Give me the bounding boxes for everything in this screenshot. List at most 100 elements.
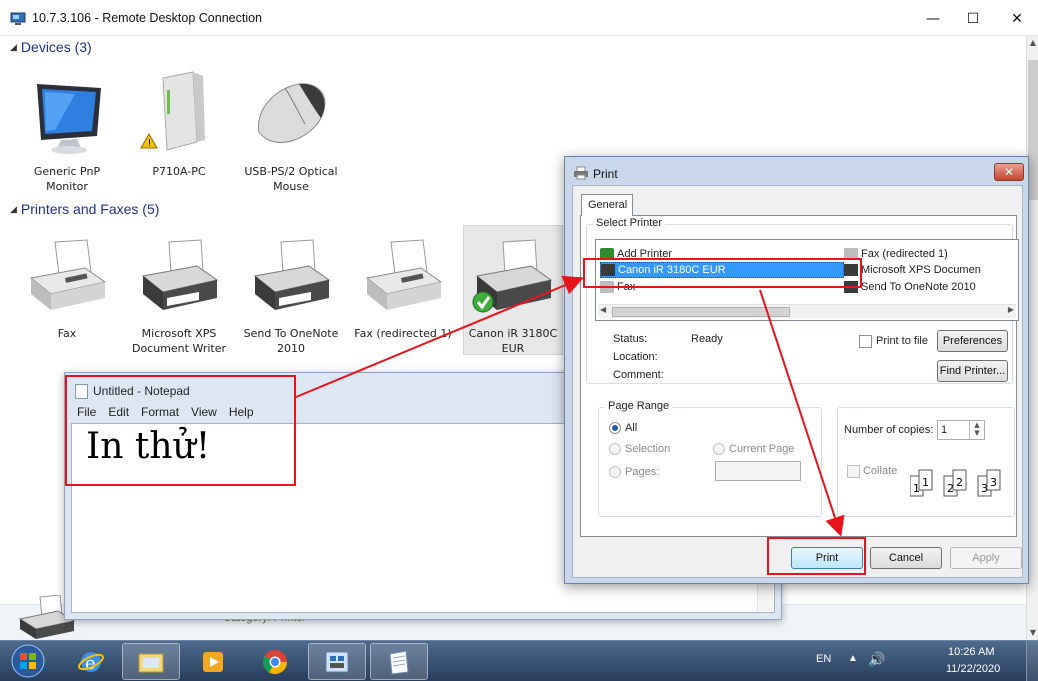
device-mouse[interactable]: USB-PS/2 Optical Mouse [241, 70, 341, 194]
status-label: Status: [613, 333, 648, 345]
page-range-all-label: All [625, 422, 638, 434]
printer-list-hscrollbar[interactable]: ◀ ▶ [598, 304, 1016, 318]
printer-icon [574, 166, 588, 180]
print-close-button[interactable]: ✕ [994, 163, 1024, 181]
scrollbar-thumb[interactable] [1028, 60, 1038, 200]
taskbar: e EN ▲ 🔊 10:26 AM 11/22/2020 [0, 640, 1038, 681]
printer-icon [253, 239, 331, 310]
volume-icon[interactable]: 🔊 [868, 651, 885, 668]
printer-list-label: Fax (redirected 1) [861, 248, 948, 260]
page-range-current-radio[interactable] [713, 443, 725, 455]
page-range-pages-label: Pages: [625, 466, 660, 478]
select-printer-group: Select Printer Add Printer Canon iR 3180… [586, 217, 1019, 384]
scroll-left-arrow-icon[interactable]: ◀ [600, 305, 606, 314]
maximize-button[interactable]: ☐ [956, 6, 990, 32]
copies-value: 1 [941, 424, 948, 436]
chrome-icon [262, 649, 287, 674]
collate-pages-icon: 1 1 2 2 3 3 [910, 469, 1001, 497]
device-monitor[interactable]: Generic PnP Monitor [17, 70, 117, 194]
cancel-button[interactable]: Cancel [870, 547, 942, 569]
collate-label: Collate [863, 465, 898, 477]
clock-time[interactable]: 10:26 AM [948, 646, 994, 658]
collate-checkbox[interactable] [847, 465, 860, 478]
copies-spinner[interactable]: ▲ ▼ [969, 421, 984, 439]
monitor-icon [37, 84, 101, 154]
page-range-legend: Page Range [605, 400, 673, 412]
location-label: Location: [613, 351, 658, 363]
printer-list-item-xps[interactable]: Microsoft XPS Documen [844, 262, 981, 278]
show-desktop-button[interactable] [1026, 641, 1038, 681]
find-printer-button[interactable]: Find Printer... [937, 360, 1008, 382]
scroll-up-arrow-icon[interactable]: ▲ [1028, 38, 1038, 48]
printer-canon[interactable]: Canon iR 3180C EUR [463, 225, 563, 355]
copies-label: Number of copies: [844, 424, 934, 436]
printer-label: Microsoft XPS Document Writer [131, 327, 227, 355]
apply-button[interactable]: Apply [950, 547, 1022, 569]
pages-input[interactable] [715, 461, 801, 481]
device-label: Generic PnP Monitor [33, 165, 101, 193]
collapse-triangle-icon[interactable]: ◢ [10, 204, 17, 215]
start-button[interactable] [8, 643, 48, 680]
device-computer[interactable]: ! P710A-PC [129, 70, 229, 179]
print-to-file-label: Print to file [876, 335, 928, 347]
language-indicator[interactable]: EN [816, 653, 831, 665]
print-to-file-checkbox[interactable] [859, 335, 872, 348]
tab-general[interactable]: General [581, 194, 633, 216]
printer-onenote[interactable]: Send To OneNote 2010 [241, 232, 341, 356]
printer-label: Send To OneNote 2010 [243, 327, 339, 355]
printer-list-label: Microsoft XPS Documen [861, 264, 981, 276]
taskbar-explorer[interactable] [122, 643, 180, 680]
media-player-icon [203, 651, 223, 672]
taskbar-media-player[interactable] [184, 643, 242, 680]
collapse-triangle-icon[interactable]: ◢ [10, 42, 17, 53]
page-range-selection-label: Selection [625, 443, 671, 455]
copies-group: Number of copies: 1 ▲ ▼ Collate 1 1 2 2 3… [837, 407, 1015, 517]
device-label: USB-PS/2 Optical Mouse [244, 165, 338, 193]
printer-fax-redirected[interactable]: Fax (redirected 1) [353, 232, 453, 341]
printers-group-header[interactable]: ◢ Printers and Faxes (5) [10, 201, 159, 217]
close-button[interactable]: ✕ [1000, 6, 1034, 32]
printer-label: Fax (redirected 1) [354, 327, 452, 340]
minimize-button[interactable]: — [916, 6, 950, 32]
computer-tower-icon: ! [140, 71, 205, 151]
devices-header-label: Devices (3) [20, 39, 92, 55]
printer-fax[interactable]: Fax [17, 232, 117, 341]
comment-label: Comment: [613, 369, 664, 381]
annotation-box-notepad [65, 375, 296, 486]
device-label: P710A-PC [152, 165, 206, 178]
printer-xps[interactable]: Microsoft XPS Document Writer [129, 232, 229, 356]
svg-text:1: 1 [922, 476, 929, 489]
printer-label: Canon iR 3180C EUR [468, 327, 558, 355]
printer-label: Fax [57, 327, 77, 340]
rdp-title-bar: 10.7.3.106 - Remote Desktop Connection —… [0, 0, 1038, 36]
page-range-group: Page Range All Selection Current Page Pa… [598, 400, 822, 517]
select-printer-legend: Select Printer [593, 217, 666, 229]
mouse-icon [258, 83, 326, 143]
page-range-selection-radio[interactable] [609, 443, 621, 455]
print-dialog-title: Print [593, 167, 618, 181]
devices-group-header[interactable]: ◢ Devices (3) [10, 39, 92, 55]
fax-icon [29, 239, 107, 310]
scrollbar-thumb[interactable] [612, 307, 790, 317]
preferences-button[interactable]: Preferences [937, 330, 1008, 352]
printer-list-label: Send To OneNote 2010 [861, 281, 976, 293]
window-title: 10.7.3.106 - Remote Desktop Connection [32, 11, 262, 25]
page-range-pages-radio[interactable] [609, 466, 621, 478]
scroll-down-arrow-icon[interactable]: ▼ [1028, 628, 1038, 638]
scroll-right-arrow-icon[interactable]: ▶ [1008, 305, 1014, 314]
print-dialog[interactable]: Print ✕ General Select Printer Add Print… [564, 156, 1029, 584]
page-range-all-radio[interactable] [609, 422, 621, 434]
page-range-current-label: Current Page [729, 443, 795, 455]
taskbar-ie[interactable]: e [62, 643, 120, 680]
fax-icon [365, 239, 443, 310]
tray-expand-icon[interactable]: ▲ [848, 653, 858, 664]
devices-printers-icon [325, 651, 349, 672]
clock-date[interactable]: 11/22/2020 [946, 663, 1000, 675]
printer-list-item-onenote[interactable]: Send To OneNote 2010 [844, 279, 976, 295]
taskbar-notepad[interactable] [370, 643, 428, 680]
printer-default-icon [472, 239, 553, 313]
taskbar-chrome[interactable] [246, 643, 304, 680]
printers-header-label: Printers and Faxes (5) [20, 201, 160, 217]
print-dialog-body: General Select Printer Add Printer Canon… [572, 185, 1023, 578]
taskbar-devices[interactable] [308, 643, 366, 680]
